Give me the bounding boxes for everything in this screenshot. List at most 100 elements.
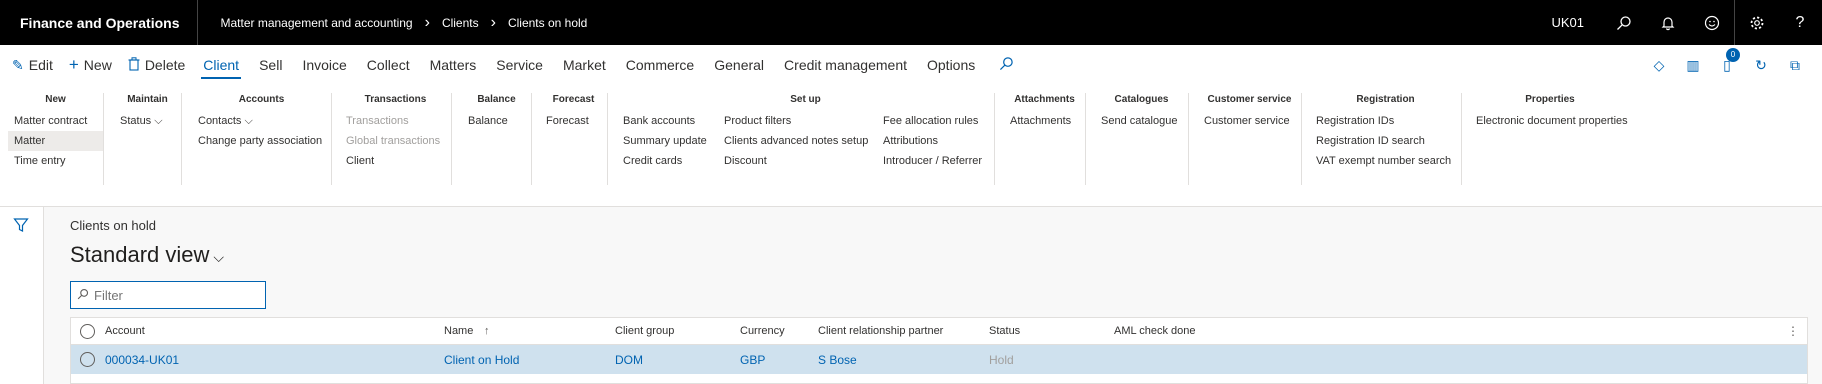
- sort-ascending-icon[interactable]: ↑: [484, 325, 490, 337]
- group-title-attachments: Attachments: [1014, 94, 1075, 105]
- client-transactions-button[interactable]: Client: [340, 151, 451, 171]
- chevron-right-icon: ›: [424, 13, 430, 31]
- group-title-properties: Properties: [1525, 94, 1575, 105]
- page-caption: Clients on hold: [70, 218, 156, 233]
- cell-partner[interactable]: S Bose: [818, 353, 857, 367]
- registration-ids-button[interactable]: Registration IDs: [1310, 111, 1461, 131]
- attachment-count-badge: 0: [1726, 47, 1740, 62]
- tab-client[interactable]: Client: [193, 45, 249, 85]
- tab-collect[interactable]: Collect: [357, 45, 420, 85]
- company-picker[interactable]: UK01: [1551, 15, 1584, 30]
- attributions-button[interactable]: Attributions: [877, 131, 988, 151]
- global-transactions-button[interactable]: Global transactions: [340, 131, 451, 151]
- transactions-button[interactable]: Transactions: [340, 111, 451, 131]
- summary-update-button[interactable]: Summary update: [617, 131, 718, 151]
- discount-button[interactable]: Discount: [718, 151, 877, 171]
- clients-advanced-notes-setup-button[interactable]: Clients advanced notes setup: [718, 131, 877, 151]
- column-header-aml-check-done[interactable]: AML check done: [1114, 325, 1196, 337]
- fee-allocation-rules-button[interactable]: Fee allocation rules: [877, 111, 988, 131]
- office-icon[interactable]: ▥: [1676, 57, 1710, 74]
- tab-sell[interactable]: Sell: [249, 45, 292, 85]
- balance-button[interactable]: Balance: [462, 111, 531, 131]
- gear-icon[interactable]: [1734, 0, 1778, 45]
- credit-cards-button[interactable]: Credit cards: [617, 151, 718, 171]
- table-row[interactable]: 000034-UK01 Client on Hold DOM GBP S Bos…: [71, 345, 1807, 374]
- time-entry-button[interactable]: Time entry: [8, 151, 103, 171]
- open-new-window-icon[interactable]: ⧉: [1778, 57, 1812, 74]
- introducer-referrer-button[interactable]: Introducer / Referrer: [877, 151, 988, 171]
- cell-currency[interactable]: GBP: [740, 353, 765, 367]
- contacts-menu-label: Contacts: [198, 115, 242, 127]
- filter-input[interactable]: [94, 287, 254, 303]
- column-header-name[interactable]: Name: [444, 325, 473, 337]
- product-filters-button[interactable]: Product filters: [718, 111, 877, 131]
- tab-service[interactable]: Service: [486, 45, 553, 85]
- action-search-icon[interactable]: [999, 56, 1014, 75]
- new-button[interactable]: + New: [61, 45, 120, 85]
- chevron-down-icon: ⌵: [213, 249, 225, 265]
- group-attachments: Attachments Attachments: [1004, 93, 1086, 185]
- attachments-button[interactable]: Attachments: [1004, 111, 1085, 131]
- registration-id-search-button[interactable]: Registration ID search: [1310, 131, 1461, 151]
- select-all-radio[interactable]: [80, 323, 95, 339]
- status-menu-label: Status: [120, 115, 152, 127]
- change-party-association-button[interactable]: Change party association: [192, 131, 331, 151]
- tab-matters[interactable]: Matters: [420, 45, 487, 85]
- attachment-icon[interactable]: ▯ 0: [1710, 47, 1744, 74]
- group-title-transactions: Transactions: [364, 94, 427, 105]
- delete-button[interactable]: Delete: [120, 45, 193, 85]
- breadcrumb: Matter management and accounting › Clien…: [198, 14, 587, 32]
- help-icon[interactable]: ?: [1778, 0, 1822, 45]
- group-customer-service: Customer service Customer service: [1198, 93, 1302, 185]
- search-icon[interactable]: [1602, 0, 1646, 45]
- vat-exempt-number-search-button[interactable]: VAT exempt number search: [1310, 151, 1461, 171]
- tab-commerce[interactable]: Commerce: [616, 45, 704, 85]
- customer-service-button[interactable]: Customer service: [1198, 111, 1301, 131]
- group-title-maintain: Maintain: [127, 94, 168, 105]
- send-catalogue-button[interactable]: Send catalogue: [1095, 111, 1188, 131]
- chevron-down-icon: ⌵: [244, 115, 253, 127]
- cell-client-group[interactable]: DOM: [615, 353, 643, 367]
- edit-button[interactable]: ✎ Edit: [4, 45, 61, 85]
- funnel-icon[interactable]: [13, 217, 29, 238]
- tab-options[interactable]: Options: [917, 45, 985, 85]
- contacts-menu-button[interactable]: Contacts ⌵: [192, 111, 331, 131]
- action-pane-ribbon: New Matter contract Matter Time entry Ma…: [0, 85, 1822, 207]
- tab-market[interactable]: Market: [553, 45, 616, 85]
- forecast-button[interactable]: Forecast: [540, 111, 607, 131]
- power-apps-icon[interactable]: ◇: [1642, 57, 1676, 74]
- matter-button[interactable]: Matter: [8, 131, 103, 151]
- group-title-balance: Balance: [477, 94, 516, 105]
- group-new: New Matter contract Matter Time entry: [8, 93, 104, 185]
- status-menu-button[interactable]: Status ⌵: [114, 111, 181, 131]
- cell-status: Hold: [989, 352, 1014, 367]
- cell-name[interactable]: Client on Hold: [444, 353, 519, 367]
- filter-pane-toggle[interactable]: [0, 207, 44, 384]
- cell-account[interactable]: 000034-UK01: [105, 353, 179, 367]
- group-title-customer-service: Customer service: [1207, 94, 1292, 105]
- bell-icon[interactable]: [1646, 0, 1690, 45]
- column-header-status[interactable]: Status: [989, 325, 1020, 337]
- matter-contract-button[interactable]: Matter contract: [8, 111, 103, 131]
- column-header-account[interactable]: Account: [105, 325, 145, 337]
- bank-accounts-button[interactable]: Bank accounts: [617, 111, 718, 131]
- tab-invoice[interactable]: Invoice: [292, 45, 356, 85]
- tab-credit-management[interactable]: Credit management: [774, 45, 917, 85]
- column-header-client-relationship-partner[interactable]: Client relationship partner: [818, 325, 943, 337]
- view-selector[interactable]: Standard view ⌵: [70, 242, 224, 268]
- group-transactions: Transactions Transactions Global transac…: [340, 93, 452, 185]
- group-balance: Balance Balance: [462, 93, 532, 185]
- row-select-radio[interactable]: [80, 352, 95, 367]
- refresh-icon[interactable]: ↻: [1744, 57, 1778, 74]
- more-options-icon[interactable]: ⋮: [1787, 324, 1799, 338]
- electronic-document-properties-button[interactable]: Electronic document properties: [1470, 111, 1630, 131]
- group-maintain: Maintain Status ⌵: [114, 93, 182, 185]
- tab-general[interactable]: General: [704, 45, 774, 85]
- smiley-icon[interactable]: [1690, 0, 1734, 45]
- app-title[interactable]: Finance and Operations: [0, 0, 199, 45]
- group-title-new: New: [45, 94, 66, 105]
- column-header-client-group[interactable]: Client group: [615, 325, 674, 337]
- breadcrumb-item-clients[interactable]: Clients: [442, 16, 479, 30]
- breadcrumb-item-module[interactable]: Matter management and accounting: [220, 16, 412, 30]
- column-header-currency[interactable]: Currency: [740, 325, 785, 337]
